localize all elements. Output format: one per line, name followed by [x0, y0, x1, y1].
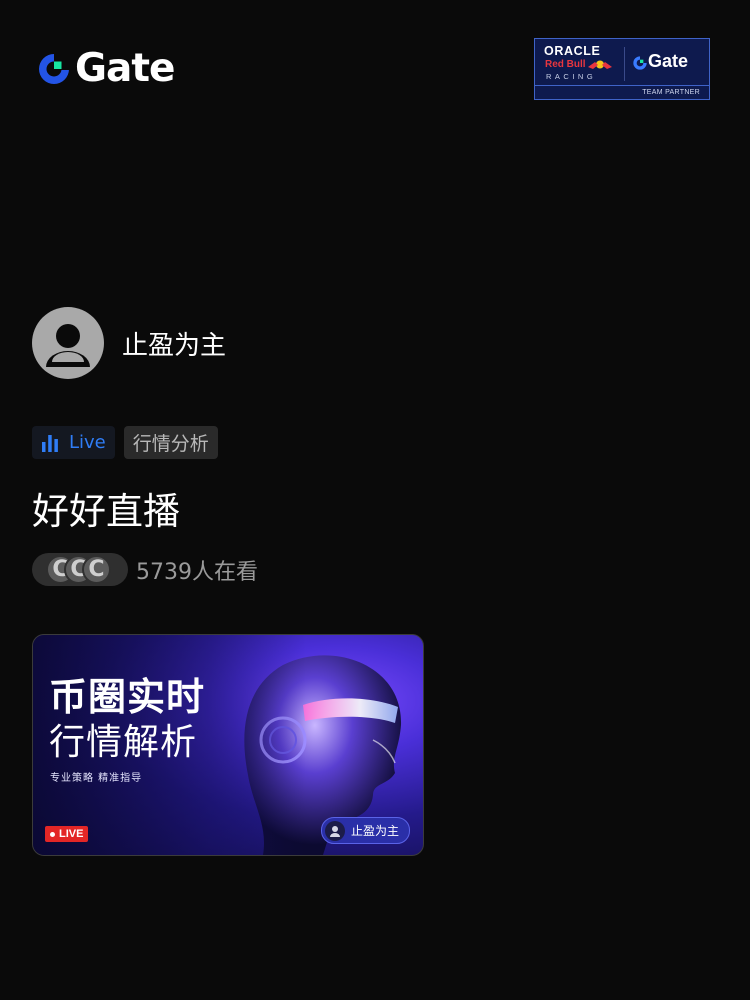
live-tag-label: Live — [69, 432, 106, 453]
thumbnail-host-chip: 止盈为主 — [321, 817, 411, 844]
thumbnail-headline-1: 币圈实时 — [49, 675, 206, 719]
viewer-info: C C C 5739人在看 — [32, 553, 258, 586]
stream-thumbnail[interactable]: 币圈实时 行情解析 专业策略 精准指导 LIVE 止盈为主 — [32, 634, 424, 856]
oracle-text: ORACLE — [544, 44, 601, 58]
host-profile[interactable]: 止盈为主 — [32, 307, 226, 379]
default-avatar-icon[interactable] — [32, 307, 104, 379]
viewer-count: 5739人在看 — [136, 559, 258, 585]
racing-text: RACING — [546, 72, 597, 81]
team-partner-label: TEAM PARTNER — [535, 85, 709, 99]
team-partner-badge: ORACLE Red Bull RACING Gate TEAM PARTNER — [534, 38, 710, 100]
partner-gate-text: Gate — [648, 51, 689, 71]
bar-chart-icon — [42, 434, 58, 452]
gate-logo-icon — [633, 56, 647, 70]
logo-text: Gate — [75, 46, 175, 91]
live-tag: Live — [32, 426, 115, 459]
viewer-avatar: C — [82, 555, 111, 584]
thumbnail-subline: 专业策略 精准指导 — [50, 773, 143, 784]
category-tag[interactable]: 行情分析 — [123, 426, 218, 459]
host-name[interactable]: 止盈为主 — [122, 325, 226, 362]
redbull-text: Red Bull — [545, 59, 586, 70]
live-badge: LIVE — [45, 826, 89, 842]
live-dot-icon — [50, 831, 55, 837]
stream-tags: Live 行情分析 — [32, 426, 218, 459]
bull-icon — [588, 60, 612, 69]
viewer-avatars: C C C — [32, 553, 128, 586]
host-chip-name: 止盈为主 — [351, 824, 400, 838]
stream-title: 好好直播 — [32, 490, 180, 533]
gate-logo-icon — [39, 54, 69, 84]
live-badge-label: LIVE — [59, 828, 84, 840]
thumbnail-headline-2: 行情解析 — [49, 722, 198, 763]
gate-logo: Gate — [36, 46, 175, 91]
host-chip-avatar-icon — [325, 820, 345, 841]
badge-divider — [624, 47, 625, 81]
